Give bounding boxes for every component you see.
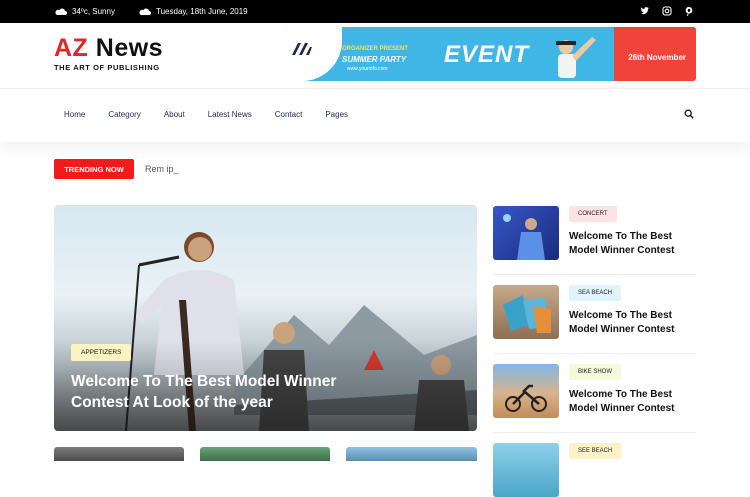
nav-contact[interactable]: Contact [275,110,303,119]
article-title[interactable]: Welcome To The Best Model Winner Contest [569,388,699,416]
hero-title[interactable]: Welcome To The Best Model Winner Contest… [71,371,361,413]
banner-party: SUMMER PARTY [342,55,407,64]
nav-about[interactable]: About [164,110,185,119]
article-thumbnail[interactable] [493,206,559,260]
banner-url: www.yourinfo.com [347,66,388,72]
logo-tagline: THE ART OF PUBLISHING [54,63,160,72]
hero-article[interactable]: APPETIZERS Welcome To The Best Model Win… [54,205,477,431]
banner-brand-icon [292,43,312,55]
article-thumbnail[interactable] [200,447,330,461]
article-thumbnail[interactable] [346,447,477,461]
article-title[interactable]: Welcome To The Best Model Winner Contest [569,309,699,337]
nav-home[interactable]: Home [64,110,85,119]
nav-category[interactable]: Category [108,110,140,119]
search-icon[interactable] [684,109,694,119]
divider [493,274,696,275]
banner-date: 26th November [628,53,686,62]
logo-news: News [95,34,164,62]
banner-logo-area [284,27,342,81]
date-info: Tuesday, 18th June, 2019 [138,7,248,16]
category-badge[interactable]: SEE BEACH [569,443,622,459]
nav-pages[interactable]: Pages [325,110,348,119]
social-links [640,6,694,16]
cloud-icon [139,8,151,15]
divider [493,353,696,354]
category-badge[interactable]: CONCERT [569,206,617,222]
article-thumbnail[interactable] [493,443,559,497]
logo-az: AZ [54,34,89,62]
banner-event: EVENT [444,41,530,68]
nav-latest-news[interactable]: Latest News [208,110,252,119]
category-badge[interactable]: SEA BEACH [569,285,622,301]
event-ad-banner[interactable]: ORGANIZER PRESENT SUMMER PARTY www.youri… [284,27,696,81]
weather-info: 34ºc, Sunny [54,7,115,16]
cloud-sun-icon [55,8,67,15]
article-thumbnail[interactable] [54,447,184,461]
hero-category-badge[interactable]: APPETIZERS [71,344,132,361]
instagram-icon[interactable] [662,6,672,16]
article-title[interactable]: Welcome To The Best Model Winner Contest [569,230,699,258]
trending-now-button[interactable]: TRENDING NOW [54,159,134,179]
site-logo[interactable]: AZ News THE ART OF PUBLISHING [54,34,164,73]
main-navigation: Home Category About Latest News Contact … [0,88,750,142]
trending-ticker[interactable]: Rem ip_ [145,164,179,174]
weather-text: 34ºc, Sunny [72,7,115,16]
banner-person-illustration [556,37,596,78]
twitter-icon[interactable] [640,6,650,16]
category-badge[interactable]: BIKE SHOW [569,364,622,380]
top-bar: 34ºc, Sunny Tuesday, 18th June, 2019 [0,0,750,23]
article-thumbnail[interactable] [493,364,559,418]
date-text: Tuesday, 18th June, 2019 [156,7,248,16]
pinterest-icon[interactable] [684,6,694,16]
divider [493,432,696,433]
banner-organizer: ORGANIZER PRESENT [342,46,409,52]
article-thumbnail[interactable] [493,285,559,339]
